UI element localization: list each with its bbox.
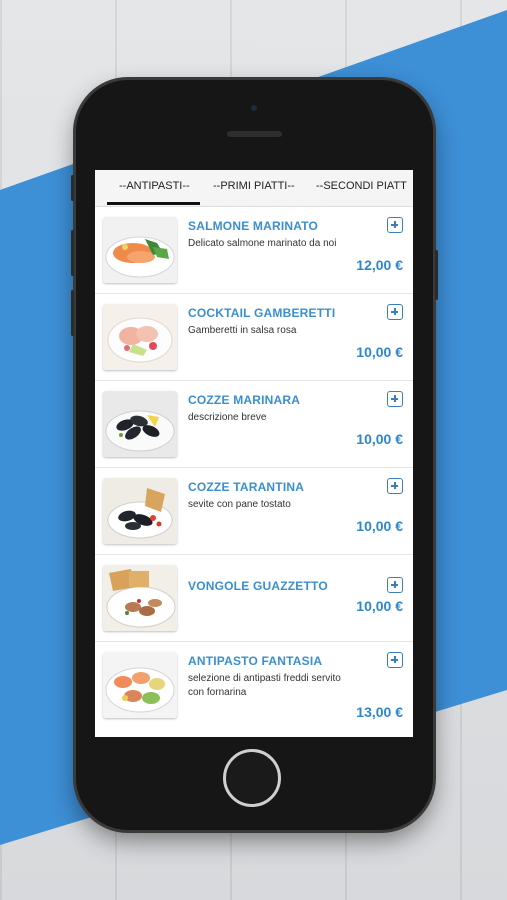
item-description: sevite con pane tostato [188,499,291,510]
item-name: COZZE MARINARA [188,393,301,407]
plus-square-icon[interactable] [387,391,403,407]
item-description: Gamberetti in salsa rosa [188,325,297,336]
item-name: VONGOLE GUAZZETTO [188,579,328,593]
app-screen: --ANTIPASTI-- --PRIMI PIATTI-- --SECONDI… [95,170,413,737]
menu-item[interactable]: VONGOLE GUAZZETTO 10,00 € [95,555,413,642]
mute-switch [71,175,74,201]
item-price: 10,00 € [356,344,403,360]
plus-square-icon[interactable] [387,652,403,668]
item-price: 10,00 € [356,431,403,447]
menu-item[interactable]: COZZE MARINARA descrizione breve 10,00 € [95,381,413,468]
dish-photo-antipasto-fantasia [103,652,177,718]
item-name: SALMONE MARINATO [188,219,319,233]
item-name: COZZE TARANTINA [188,480,305,494]
menu-item[interactable]: COCKTAIL GAMBERETTI Gamberetti in salsa … [95,294,413,381]
plus-square-icon[interactable] [387,304,403,320]
plus-square-icon[interactable] [387,478,403,494]
item-name: COCKTAIL GAMBERETTI [188,306,336,320]
item-price: 10,00 € [356,598,403,614]
dish-photo-gamberetti [103,304,177,370]
plus-square-icon[interactable] [387,577,403,593]
selected-tab-indicator [107,202,200,205]
tab-antipasti[interactable]: --ANTIPASTI-- [119,180,190,192]
tab-secondi-piatti[interactable]: --SECONDI PIATT [316,180,407,192]
category-tabs: --ANTIPASTI-- --PRIMI PIATTI-- --SECONDI… [95,170,413,207]
menu-item[interactable]: SALMONE MARINATO Delicato salmone marina… [95,207,413,294]
dish-photo-salmone [103,217,177,283]
earpiece-speaker [227,131,282,137]
power-button [435,250,438,300]
plus-square-icon[interactable] [387,217,403,233]
menu-item[interactable]: COZZE TARANTINA sevite con pane tostato … [95,468,413,555]
menu-item[interactable]: ANTIPASTO FANTASIA selezione di antipast… [95,642,413,737]
dish-photo-vongole [103,565,177,631]
item-description: Delicato salmone marinato da noi [188,238,337,249]
item-price: 13,00 € [356,704,403,720]
tab-primi-piatti[interactable]: --PRIMI PIATTI-- [213,180,295,192]
item-description: selezione di antipasti freddi servito co… [188,673,341,698]
item-price: 12,00 € [356,257,403,273]
item-description: descrizione breve [188,412,267,423]
item-price: 10,00 € [356,518,403,534]
volume-down-button [71,290,74,336]
dish-photo-cozze-tarantina [103,478,177,544]
home-button[interactable] [223,749,281,807]
phone-frame: --ANTIPASTI-- --PRIMI PIATTI-- --SECONDI… [71,80,438,830]
dish-photo-cozze-marinara [103,391,177,457]
volume-up-button [71,230,74,276]
menu-list: SALMONE MARINATO Delicato salmone marina… [95,207,413,737]
item-name: ANTIPASTO FANTASIA [188,654,323,668]
front-camera [251,105,257,111]
